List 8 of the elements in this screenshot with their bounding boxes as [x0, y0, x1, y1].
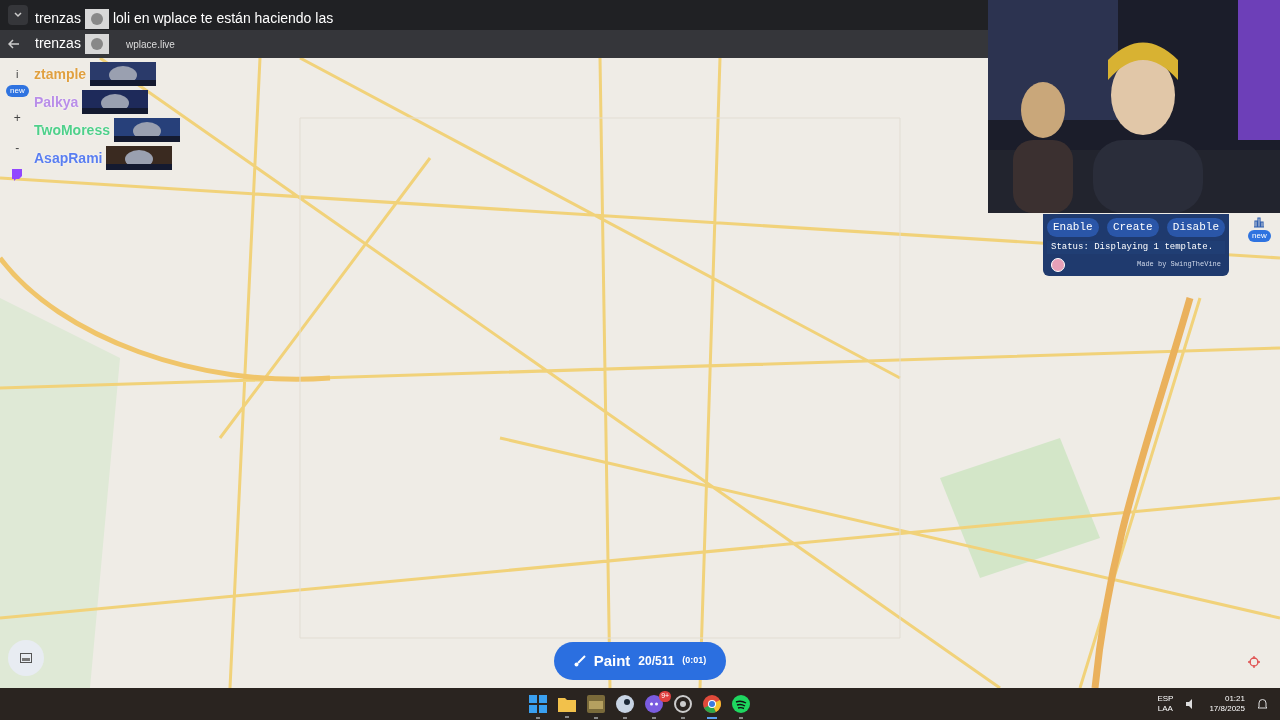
language-indicator[interactable]: ESP [1157, 694, 1174, 704]
caption-text: trenzas [35, 9, 81, 28]
address-bar[interactable]: wplace.live [126, 36, 175, 52]
caption-text: loli en wplace te están haciendo las [112, 9, 334, 28]
caption-text: trenzas [35, 34, 81, 53]
language-indicator[interactable]: LAA [1157, 704, 1173, 714]
clock-time: 01:21 [1224, 694, 1245, 704]
clock-date: 17/8/2025 [1209, 704, 1245, 714]
